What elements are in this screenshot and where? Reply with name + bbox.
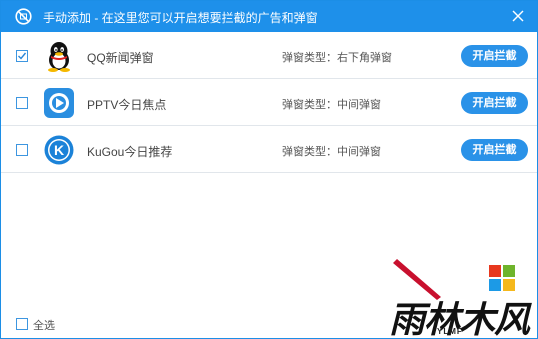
enable-block-button[interactable]: 开启拦截 xyxy=(461,92,528,114)
list-item-pptv: PPTV今日焦点 弹窗类型：中间弹窗 开启拦截 xyxy=(1,79,537,126)
enable-block-button[interactable]: 开启拦截 xyxy=(461,139,528,161)
checkmark-icon xyxy=(18,52,27,60)
row-checkbox[interactable] xyxy=(16,50,28,62)
window-title: 手动添加 - 在这里您可以开启想要拦截的广告和弹窗 xyxy=(43,11,318,25)
enable-block-button[interactable]: 开启拦截 xyxy=(461,45,528,67)
no-entry-icon xyxy=(15,8,32,25)
pptv-icon xyxy=(43,87,75,119)
qq-penguin-icon xyxy=(43,40,75,72)
watermark-logo: 雨林木风 YLMF xyxy=(379,257,538,339)
row-checkbox[interactable] xyxy=(16,144,28,156)
windows-flag-icon xyxy=(489,265,515,291)
list-item-kugou: K KuGou今日推荐 弹窗类型：中间弹窗 开启拦截 xyxy=(1,126,537,173)
popup-type-label: 弹窗类型：右下角弹窗 xyxy=(282,52,392,64)
app-name: KuGou今日推荐 xyxy=(87,145,173,159)
popup-list: QQ新闻弹窗 弹窗类型：右下角弹窗 开启拦截 PPTV今日焦点 弹窗类型：中间弹… xyxy=(1,32,537,173)
app-name: QQ新闻弹窗 xyxy=(87,51,154,65)
kugou-icon: K xyxy=(43,134,75,166)
select-all-checkbox[interactable] xyxy=(16,318,28,330)
popup-type-label: 弹窗类型：中间弹窗 xyxy=(282,146,381,158)
dialog-window: 手动添加 - 在这里您可以开启想要拦截的广告和弹窗 QQ新闻弹窗 弹窗类型：右下… xyxy=(0,0,538,339)
title-bar: 手动添加 - 在这里您可以开启想要拦截的广告和弹窗 xyxy=(1,1,537,32)
app-name: PPTV今日焦点 xyxy=(87,98,167,112)
close-icon xyxy=(512,10,524,22)
watermark-subtext: YLMF xyxy=(437,327,463,336)
select-all-label: 全选 xyxy=(33,320,55,332)
list-item-qq: QQ新闻弹窗 弹窗类型：右下角弹窗 开启拦截 xyxy=(1,32,537,79)
row-checkbox[interactable] xyxy=(16,97,28,109)
close-button[interactable] xyxy=(508,6,528,26)
popup-type-label: 弹窗类型：中间弹窗 xyxy=(282,99,381,111)
svg-text:K: K xyxy=(54,142,64,158)
